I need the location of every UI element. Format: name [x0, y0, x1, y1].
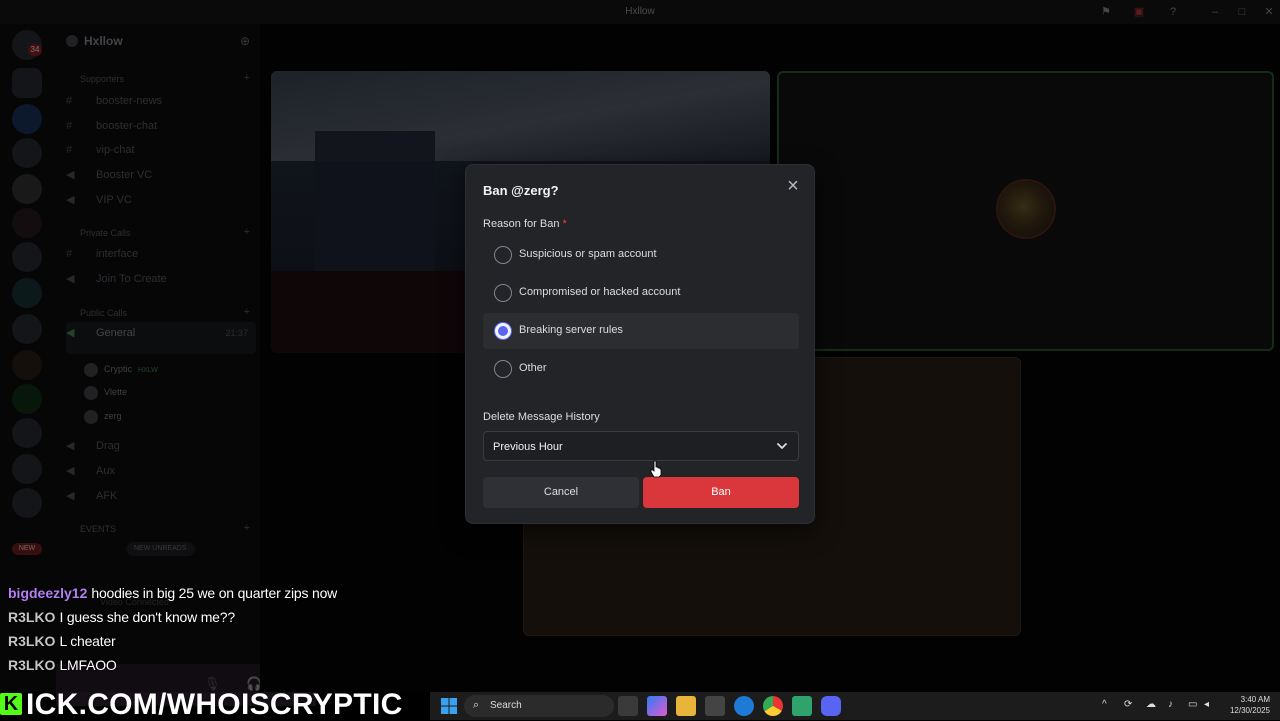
- close-window-icon[interactable]: ✕: [1262, 5, 1276, 19]
- chat-message: R3LKOI guess she don't know me??gray: [8, 608, 428, 632]
- search-icon: ⌕: [473, 699, 480, 711]
- chat-username: bigdeezly12: [8, 585, 88, 601]
- required-mark: *: [562, 218, 567, 230]
- minimize-icon[interactable]: –: [1208, 5, 1222, 19]
- stream-banner: K ICK.COM/WHOISCRYPTIC: [0, 689, 430, 720]
- taskbar-search[interactable]: ⌕ Search: [464, 695, 614, 717]
- title-bar: Hxllow ⚑ ▣ ? – □ ✕: [0, 0, 1280, 24]
- ban-dialog: Ban @zerg? × Reason for Ban * Suspicious …: [465, 164, 815, 524]
- ban-button[interactable]: Ban: [643, 477, 799, 508]
- kick-logo-icon: K: [0, 693, 22, 715]
- mic-tray-icon[interactable]: ♪: [1168, 699, 1173, 710]
- reason-label: Reason for Ban *: [483, 218, 567, 230]
- hand-cursor-icon: [650, 460, 662, 478]
- history-label: Delete Message History: [483, 411, 600, 423]
- chat-text: LMFAOO: [59, 657, 117, 673]
- task-view-icon[interactable]: [618, 696, 638, 716]
- inbox-icon[interactable]: ⚑: [1099, 5, 1113, 19]
- radio-button[interactable]: [494, 360, 512, 378]
- radio-button[interactable]: [494, 284, 512, 302]
- chrome-icon[interactable]: [763, 696, 783, 716]
- chat-message: R3LKOL cheatergray: [8, 632, 428, 656]
- maximize-icon[interactable]: □: [1235, 5, 1249, 19]
- cloud-icon[interactable]: ☁: [1146, 699, 1156, 710]
- volume-icon[interactable]: ◂: [1204, 699, 1209, 710]
- radio-button-selected[interactable]: [494, 322, 512, 340]
- stream-chat-overlay: bigdeezly12 hoodies in big 25 we on quart…: [8, 584, 428, 680]
- history-select[interactable]: Previous Hour: [483, 431, 799, 461]
- taskbar-clock[interactable]: 3:40 AM 12/30/2025: [1230, 694, 1270, 716]
- edge-icon[interactable]: [734, 696, 754, 716]
- app-icon[interactable]: [792, 696, 812, 716]
- chevron-down-icon: [777, 443, 787, 449]
- file-explorer-icon[interactable]: [676, 696, 696, 716]
- chat-text: L cheater: [59, 633, 116, 649]
- reason-option-rules[interactable]: Breaking server rules: [483, 313, 799, 349]
- reason-option-other[interactable]: Other: [483, 351, 799, 387]
- windows-taskbar: ⌕ Search ^ ⟳ ☁ ♪ ▭ ◂ 3:40 AM 12/30/2025: [430, 692, 1280, 720]
- discord-taskbar-icon[interactable]: [821, 696, 841, 716]
- radio-button[interactable]: [494, 246, 512, 264]
- copilot-icon[interactable]: [647, 696, 667, 716]
- chat-text: hoodies in big 25 we on quarter zips now: [91, 585, 338, 601]
- help-icon[interactable]: ?: [1166, 5, 1180, 19]
- store-icon[interactable]: [705, 696, 725, 716]
- chat-username: R3LKO: [8, 609, 56, 625]
- cancel-button[interactable]: Cancel: [483, 477, 639, 508]
- windows-start-icon[interactable]: [440, 697, 458, 715]
- reason-option-spam[interactable]: Suspicious or spam account: [483, 237, 799, 273]
- chat-message: bigdeezly12 hoodies in big 25 we on quart…: [8, 584, 428, 608]
- close-icon[interactable]: ×: [782, 175, 804, 197]
- reason-option-hacked[interactable]: Compromised or hacked account: [483, 275, 799, 311]
- network-icon[interactable]: ▭: [1188, 699, 1197, 710]
- screen-share-icon[interactable]: ▣: [1132, 5, 1146, 19]
- chat-text: I guess she don't know me??: [59, 609, 235, 625]
- chat-username: R3LKO: [8, 657, 56, 673]
- chat-username: R3LKO: [8, 633, 56, 649]
- history-select-value: Previous Hour: [493, 441, 563, 453]
- window-title: Hxllow: [625, 6, 655, 17]
- chat-message: R3LKOLMFAOOgray: [8, 656, 428, 680]
- sync-icon[interactable]: ⟳: [1124, 699, 1132, 710]
- dialog-title: Ban @zerg?: [483, 183, 559, 198]
- chevron-up-icon[interactable]: ^: [1102, 699, 1107, 710]
- banner-text: ICK.COM/WHOISCRYPTIC: [26, 688, 403, 721]
